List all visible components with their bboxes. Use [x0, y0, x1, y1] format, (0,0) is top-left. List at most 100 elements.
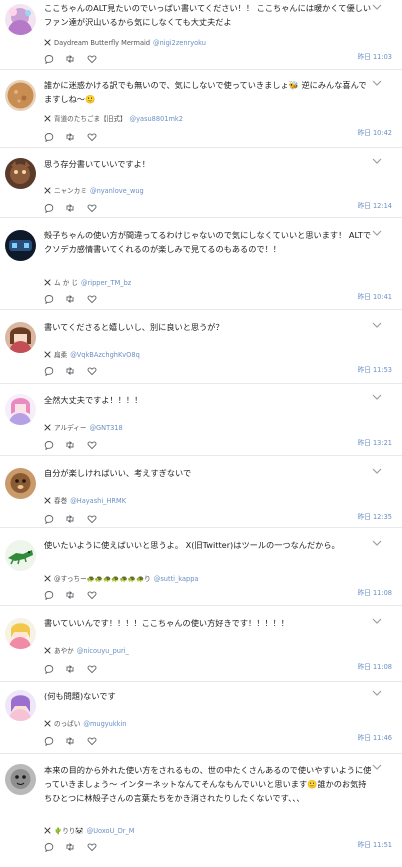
chevron-down-icon[interactable]: [371, 466, 383, 476]
chevron-down-icon[interactable]: [371, 688, 383, 698]
reply-author[interactable]: 春巻 @Hayashi_HRMK: [44, 496, 392, 506]
author-handle[interactable]: @Hayashi_HRMK: [70, 497, 126, 505]
avatar[interactable]: [5, 764, 36, 795]
reply-icon[interactable]: [44, 132, 54, 142]
avatar[interactable]: [5, 540, 36, 571]
reply-card[interactable]: 思う存分書いていいですよ！ ニャンカミ @nyanlove_wug 昨日 12:1…: [0, 148, 402, 218]
retweet-icon[interactable]: [65, 590, 75, 600]
reply-author[interactable]: 🌵りり🐼 @UoxoU_Dr_M: [44, 826, 392, 836]
chevron-down-icon[interactable]: [371, 156, 383, 166]
avatar[interactable]: [5, 618, 36, 649]
reply-card[interactable]: 自分が楽しければいい、考えすぎないで 春巻 @Hayashi_HRMK 昨日 12…: [0, 456, 402, 528]
reply-icon[interactable]: [44, 294, 54, 304]
timestamp[interactable]: 昨日 11:08: [358, 662, 392, 672]
reply-icon[interactable]: [44, 366, 54, 376]
timestamp[interactable]: 昨日 13:21: [358, 438, 392, 448]
author-handle[interactable]: @ripper_TM_bz: [81, 279, 131, 287]
chevron-down-icon[interactable]: [371, 320, 383, 330]
avatar[interactable]: [5, 80, 36, 111]
timestamp[interactable]: 昨日 11:03: [358, 52, 392, 62]
reply-icon[interactable]: [44, 664, 54, 674]
timestamp[interactable]: 昨日 11:46: [358, 733, 392, 743]
reply-card[interactable]: 書いていいんです！！！！ここちゃんの使い方好きです！！！！！ あやか @nicou…: [0, 606, 402, 682]
reply-card[interactable]: 使いたいように使えばいいと思うよ。 X(旧Twitter)はツールの一つなんだか…: [0, 528, 402, 606]
reply-card[interactable]: ここちゃんのALT見たいのでいっぱい書いてください！！ ここちゃんには暖かくて優…: [0, 0, 402, 70]
chevron-down-icon[interactable]: [371, 392, 383, 402]
reply-icon[interactable]: [44, 842, 54, 852]
author-handle[interactable]: @mugyukkin: [83, 720, 126, 728]
reply-card[interactable]: 全然大丈夫ですよ！！！！ アルディー @GNT318 昨日 13:21: [0, 384, 402, 456]
retweet-icon[interactable]: [65, 842, 75, 852]
retweet-icon[interactable]: [65, 294, 75, 304]
chevron-down-icon[interactable]: [371, 228, 383, 238]
heart-icon[interactable]: [87, 132, 97, 142]
chevron-down-icon[interactable]: [371, 538, 383, 548]
reply-icon[interactable]: [44, 514, 54, 524]
author-handle[interactable]: @GNT318: [89, 424, 122, 432]
reply-author[interactable]: @すっちー🐢🐢🐢🐢🐢🐢🐢り @sutti_kappa: [44, 574, 392, 584]
retweet-icon[interactable]: [65, 736, 75, 746]
retweet-icon[interactable]: [65, 514, 75, 524]
timestamp[interactable]: 昨日 12:14: [358, 201, 392, 211]
retweet-icon[interactable]: [65, 54, 75, 64]
reply-author[interactable]: ム か じ @ripper_TM_bz: [44, 278, 392, 288]
retweet-icon[interactable]: [65, 440, 75, 450]
reply-card[interactable]: 誰かに迷惑かける訳でも無いので、気にしないで使っていきましょ🐝 逆にみんな喜んで…: [0, 70, 402, 148]
avatar[interactable]: [5, 394, 36, 425]
timestamp[interactable]: 昨日 11:08: [358, 588, 392, 598]
reply-author[interactable]: Daydream Butterfly Mermaid @nigi2zenryoku: [44, 38, 392, 48]
author-handle[interactable]: @yasu8801mk2: [130, 115, 183, 123]
reply-author[interactable]: ニャンカミ @nyanlove_wug: [44, 186, 392, 196]
heart-icon[interactable]: [87, 366, 97, 376]
heart-icon[interactable]: [87, 590, 97, 600]
chevron-down-icon[interactable]: [371, 616, 383, 626]
heart-icon[interactable]: [87, 736, 97, 746]
timestamp[interactable]: 昨日 10:41: [358, 292, 392, 302]
reply-card[interactable]: 本来の目的から外れた使い方をされるもの、世の中たくさんあるので使いやすいように使…: [0, 754, 402, 867]
chevron-down-icon[interactable]: [371, 762, 383, 772]
reply-icon[interactable]: [44, 54, 54, 64]
author-handle[interactable]: @sutti_kappa: [154, 575, 199, 583]
timestamp[interactable]: 昨日 11:51: [358, 840, 392, 850]
retweet-icon[interactable]: [65, 203, 75, 213]
avatar[interactable]: [5, 230, 36, 261]
avatar[interactable]: [5, 322, 36, 353]
retweet-icon[interactable]: [65, 132, 75, 142]
reply-author[interactable]: あやか @nicouyu_puri_: [44, 646, 392, 656]
reply-author[interactable]: 扁柔 @VqkBAzchghKvO8q: [44, 350, 392, 360]
timestamp[interactable]: 昨日 11:53: [358, 365, 392, 375]
reply-icon[interactable]: [44, 203, 54, 213]
reply-card[interactable]: 殻子ちゃんの使い方が間違ってるわけじゃないので気にしなくていいと思います！ AL…: [0, 218, 402, 310]
avatar[interactable]: [5, 158, 36, 189]
timestamp[interactable]: 昨日 10:42: [358, 128, 392, 138]
author-handle[interactable]: @nigi2zenryoku: [153, 39, 206, 47]
heart-icon[interactable]: [87, 440, 97, 450]
reply-icon[interactable]: [44, 736, 54, 746]
heart-icon[interactable]: [87, 514, 97, 524]
chevron-down-icon[interactable]: [371, 2, 383, 12]
heart-icon[interactable]: [87, 842, 97, 852]
reply-card[interactable]: 書いてくださると嬉しいし、別に良いと思うが？ 扁柔 @VqkBAzchghKvO8…: [0, 310, 402, 384]
avatar[interactable]: [5, 468, 36, 499]
heart-icon[interactable]: [87, 54, 97, 64]
timestamp[interactable]: 昨日 12:35: [358, 512, 392, 522]
avatar[interactable]: [5, 4, 36, 35]
heart-icon[interactable]: [87, 294, 97, 304]
avatar[interactable]: [5, 690, 36, 721]
retweet-icon[interactable]: [65, 664, 75, 674]
reply-card[interactable]: (何も問題)ないです のっぱい @mugyukkin 昨日 11:46: [0, 682, 402, 754]
reply-author[interactable]: アルディー @GNT318: [44, 423, 392, 433]
author-handle[interactable]: @nyanlove_wug: [90, 187, 144, 195]
author-handle[interactable]: @UoxoU_Dr_M: [87, 827, 135, 835]
reply-author[interactable]: のっぱい @mugyukkin: [44, 719, 392, 729]
author-handle[interactable]: @VqkBAzchghKvO8q: [70, 351, 140, 359]
retweet-icon[interactable]: [65, 366, 75, 376]
heart-icon[interactable]: [87, 203, 97, 213]
x-logo-icon: [44, 424, 51, 431]
author-handle[interactable]: @nicouyu_puri_: [77, 647, 129, 655]
chevron-down-icon[interactable]: [371, 78, 383, 88]
reply-icon[interactable]: [44, 590, 54, 600]
reply-icon[interactable]: [44, 440, 54, 450]
heart-icon[interactable]: [87, 664, 97, 674]
reply-author[interactable]: 背道のたちごま【旧式】 @yasu8801mk2: [44, 114, 392, 124]
